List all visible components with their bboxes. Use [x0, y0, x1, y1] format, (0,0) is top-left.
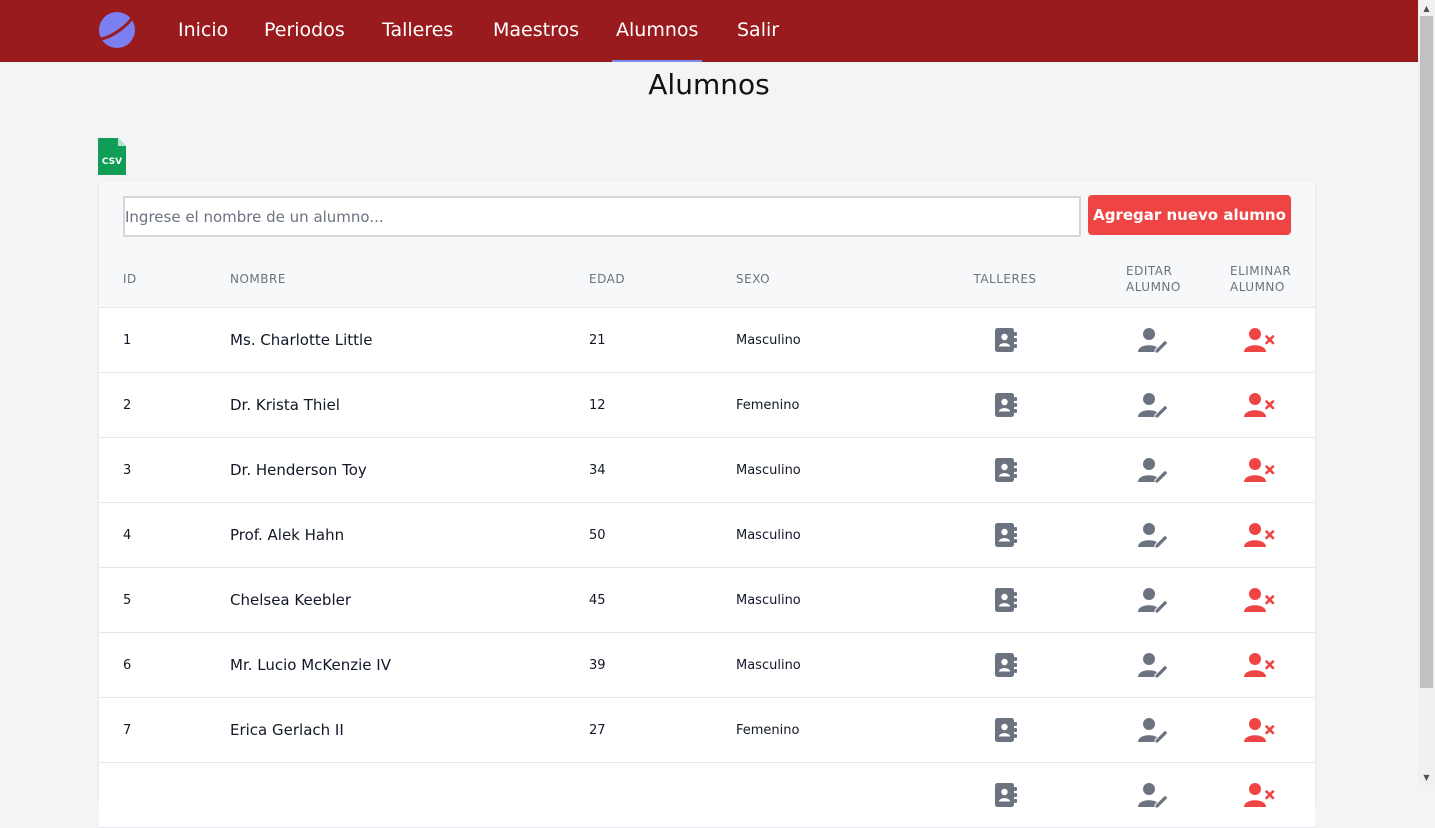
table-header: ID NOMBRE EDAD SEXO TALLERES EDITAR ALUM…: [99, 251, 1315, 308]
row-nombre: Ms. Charlotte Little: [230, 331, 373, 349]
planet-logo-icon[interactable]: [98, 11, 136, 49]
row-sexo: Masculino: [736, 527, 801, 543]
header-editar: EDITAR ALUMNO: [1126, 264, 1181, 294]
header-nombre: NOMBRE: [230, 272, 286, 286]
row-edad: 12: [589, 397, 606, 413]
address-book-icon[interactable]: [989, 584, 1021, 616]
row-nombre: Dr. Henderson Toy: [230, 461, 367, 479]
scroll-down-icon[interactable]: ▼: [1418, 769, 1435, 785]
students-card: Agregar nuevo alumno ID NOMBRE EDAD SEXO…: [99, 181, 1315, 828]
user-edit-icon[interactable]: [1138, 584, 1170, 616]
row-id: 7: [123, 722, 132, 738]
table-row: 1 Ms. Charlotte Little 21 Masculino: [99, 308, 1315, 373]
nav-item-alumnos[interactable]: Alumnos: [611, 0, 703, 62]
top-navbar: Inicio Periodos Talleres Maestros Alumno…: [0, 0, 1418, 62]
row-sexo: Masculino: [736, 462, 801, 478]
user-delete-icon[interactable]: [1244, 454, 1276, 486]
user-edit-icon[interactable]: [1138, 714, 1170, 746]
row-sexo: Femenino: [736, 397, 800, 413]
table-row: [99, 763, 1315, 828]
address-book-icon[interactable]: [989, 324, 1021, 356]
table-row: 6 Mr. Lucio McKenzie IV 39 Masculino: [99, 633, 1315, 698]
table-row: 2 Dr. Krista Thiel 12 Femenino: [99, 373, 1315, 438]
user-edit-icon[interactable]: [1138, 519, 1170, 551]
csv-label: CSV: [102, 157, 122, 167]
row-edad: 27: [589, 722, 606, 738]
user-delete-icon[interactable]: [1244, 584, 1276, 616]
nav-item-inicio[interactable]: Inicio: [178, 0, 228, 62]
user-edit-icon[interactable]: [1138, 649, 1170, 681]
header-talleres: TALLERES: [973, 272, 1037, 286]
user-edit-icon[interactable]: [1138, 454, 1170, 486]
user-delete-icon[interactable]: [1244, 324, 1276, 356]
page-title: Alumnos: [648, 68, 770, 101]
row-id: 6: [123, 657, 132, 673]
row-sexo: Masculino: [736, 332, 801, 348]
student-search-input[interactable]: [123, 196, 1081, 237]
address-book-icon[interactable]: [989, 519, 1021, 551]
scroll-thumb[interactable]: [1420, 16, 1433, 688]
row-edad: 34: [589, 462, 606, 478]
row-nombre: Prof. Alek Hahn: [230, 526, 345, 544]
nav-item-talleres[interactable]: Talleres: [382, 0, 453, 62]
row-id: 2: [123, 397, 132, 413]
nav-item-salir[interactable]: Salir: [737, 0, 779, 62]
user-delete-icon[interactable]: [1244, 519, 1276, 551]
row-nombre: Mr. Lucio McKenzie IV: [230, 656, 391, 674]
page-scrollbar[interactable]: ▲ ▼: [1418, 0, 1435, 785]
address-book-icon[interactable]: [989, 389, 1021, 421]
header-sexo: SEXO: [736, 272, 771, 286]
user-delete-icon[interactable]: [1244, 389, 1276, 421]
header-id: ID: [123, 272, 137, 286]
row-sexo: Masculino: [736, 657, 801, 673]
user-edit-icon[interactable]: [1138, 389, 1170, 421]
row-id: 5: [123, 592, 132, 608]
header-edad: EDAD: [589, 272, 626, 286]
user-edit-icon[interactable]: [1138, 324, 1170, 356]
row-edad: 21: [589, 332, 606, 348]
table-row: 5 Chelsea Keebler 45 Masculino: [99, 568, 1315, 633]
header-eliminar: ELIMINAR ALUMNO: [1230, 264, 1292, 294]
user-edit-icon[interactable]: [1138, 779, 1170, 811]
table-row: 7 Erica Gerlach II 27 Femenino: [99, 698, 1315, 763]
address-book-icon[interactable]: [989, 714, 1021, 746]
row-edad: 50: [589, 527, 606, 543]
user-delete-icon[interactable]: [1244, 779, 1276, 811]
search-bar: Agregar nuevo alumno: [99, 181, 1315, 251]
add-student-button[interactable]: Agregar nuevo alumno: [1088, 195, 1291, 235]
address-book-icon[interactable]: [989, 649, 1021, 681]
row-edad: 39: [589, 657, 606, 673]
row-sexo: Masculino: [736, 592, 801, 608]
nav-item-periodos[interactable]: Periodos: [264, 0, 345, 62]
nav-item-maestros[interactable]: Maestros: [493, 0, 579, 62]
row-nombre: Dr. Krista Thiel: [230, 396, 340, 414]
row-id: 1: [123, 332, 132, 348]
row-nombre: Chelsea Keebler: [230, 591, 352, 609]
user-delete-icon[interactable]: [1244, 649, 1276, 681]
row-nombre: Erica Gerlach II: [230, 721, 344, 739]
csv-file-icon[interactable]: CSV: [98, 138, 126, 175]
row-edad: 45: [589, 592, 606, 608]
address-book-icon[interactable]: [989, 779, 1021, 811]
scroll-up-icon[interactable]: ▲: [1418, 0, 1435, 16]
address-book-icon[interactable]: [989, 454, 1021, 486]
row-id: 4: [123, 527, 132, 543]
table-row: 3 Dr. Henderson Toy 34 Masculino: [99, 438, 1315, 503]
row-id: 3: [123, 462, 132, 478]
table-row: 4 Prof. Alek Hahn 50 Masculino: [99, 503, 1315, 568]
user-delete-icon[interactable]: [1244, 714, 1276, 746]
row-sexo: Femenino: [736, 722, 800, 738]
